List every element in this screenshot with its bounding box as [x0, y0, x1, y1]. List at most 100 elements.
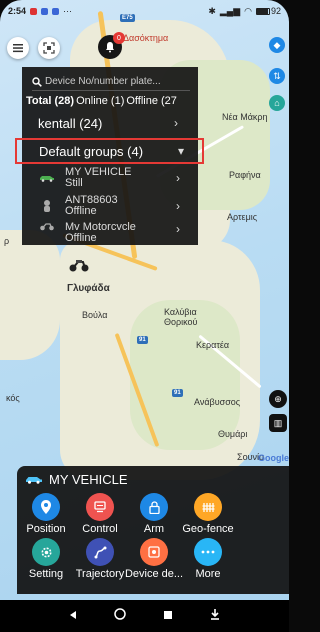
road-shield: 91 [172, 389, 183, 397]
control-button[interactable]: Control [73, 493, 127, 535]
map-place-label: Κερατέα [196, 340, 230, 350]
swap-button[interactable]: ⇅ [269, 68, 285, 84]
device-search-input[interactable] [45, 76, 185, 87]
map-place-label: ρ [4, 236, 10, 246]
road-shield: 91 [137, 336, 148, 344]
chevron-down-icon: ▾ [177, 144, 184, 158]
locate-button[interactable]: ⊕ [269, 390, 287, 408]
map-place-label: Θυμάρι [218, 429, 248, 439]
map-place-label: Αρτεμις [227, 212, 258, 222]
bell-icon [106, 42, 114, 53]
battery-level: 92 [270, 6, 281, 16]
action-label: Setting [28, 568, 64, 580]
layers-button[interactable]: ◆ [269, 37, 285, 53]
action-grid: Position Control Arm Geo-fence Setting T… [17, 487, 289, 580]
control-screen-icon [86, 493, 114, 521]
android-nav-bar [0, 600, 289, 632]
map-place-label: Ραφήνα [229, 170, 261, 180]
recents-button[interactable] [163, 607, 173, 625]
trajectory-button[interactable]: Trajectory [73, 538, 127, 580]
map-place-label: Καλύβια Θορικού [164, 307, 198, 327]
map-type-button[interactable]: ▥ [269, 414, 287, 432]
group-row-kentall[interactable]: kentall (24) › [22, 110, 198, 136]
group-label: Default groups (4) [39, 143, 144, 159]
lock-icon [140, 493, 168, 521]
map-place-label: Δασόκτημα [123, 33, 169, 43]
group-row-default[interactable]: Default groups (4) ▾ [15, 138, 204, 164]
position-button[interactable]: Position [19, 493, 73, 535]
action-label: Geo-fence [182, 523, 234, 535]
action-label: Device de... [124, 568, 184, 580]
setting-button[interactable]: Setting [19, 538, 73, 580]
action-label: Trajectory [75, 568, 125, 580]
notification-app-icon [30, 7, 38, 15]
hamburger-icon [13, 44, 23, 53]
back-button[interactable] [68, 607, 78, 625]
notification-app-icon [52, 7, 60, 15]
map-place-label: Νέα Μάκρη [222, 112, 268, 122]
device-details-icon [140, 538, 168, 566]
signal-icon: ▂▄▆ [219, 5, 241, 16]
vehicle-item[interactable]: MY VEHICLE Still › [22, 164, 198, 192]
car-icon [26, 477, 42, 484]
map-place-label: κός [6, 393, 20, 403]
scan-icon [43, 42, 55, 54]
group-label: kentall (24) [38, 115, 103, 131]
map-place-label: Γλυφάδα [67, 283, 110, 294]
swap-icon: ⇅ [273, 70, 281, 81]
home-button[interactable]: ⌂ [269, 95, 285, 111]
vehicle-status: Still [65, 177, 83, 189]
location-pin-icon [32, 493, 60, 521]
chevron-right-icon: › [174, 116, 178, 130]
notification-badge: 0 [113, 32, 125, 44]
chevron-right-icon: › [176, 199, 180, 213]
home-icon: ⌂ [274, 98, 280, 108]
device-list-dropdown: Total (28) Online (1) Offline (27 kental… [15, 67, 204, 245]
assistant-button[interactable] [209, 607, 221, 625]
map-icon: ▥ [273, 417, 283, 428]
action-label: Position [26, 523, 66, 535]
back-triangle-icon [70, 611, 77, 619]
google-logo: Google [258, 453, 289, 463]
action-label: Control [82, 523, 118, 535]
filter-online[interactable]: Online (1) [76, 95, 124, 107]
geofence-button[interactable]: Geo-fence [181, 493, 235, 535]
gear-icon [32, 538, 60, 566]
geofence-icon [194, 493, 222, 521]
motorcycle-icon [38, 222, 56, 231]
layers-icon: ◆ [273, 39, 281, 50]
panel-title: MY VEHICLE [49, 472, 128, 487]
menu-button[interactable] [7, 37, 29, 59]
more-button[interactable]: More [181, 538, 235, 580]
filter-offline[interactable]: Offline (27 [126, 95, 177, 107]
trajectory-icon [86, 538, 114, 566]
vehicle-item[interactable]: ANT88603 Offline › [22, 192, 198, 220]
crosshair-icon: ⊕ [274, 393, 282, 404]
scan-button[interactable] [38, 37, 60, 59]
chevron-right-icon: › [176, 222, 180, 236]
download-arrow-icon [210, 609, 219, 620]
status-filter-tabs: Total (28) Online (1) Offline (27 [22, 91, 198, 107]
vehicle-item[interactable]: Mv Motorcvcle Offline › [22, 220, 198, 242]
search-icon [32, 76, 42, 87]
notification-app-icon [41, 7, 49, 15]
battery-icon: 92 [255, 6, 281, 16]
vehicle-status: Offline [65, 205, 97, 217]
device-details-button[interactable]: Device de... [124, 538, 184, 580]
home-nav-button[interactable] [114, 607, 127, 625]
recents-square-icon [163, 611, 172, 619]
person-icon [38, 199, 56, 213]
status-time: 2:54 [8, 6, 27, 16]
action-label: Arm [143, 523, 165, 535]
home-circle-icon [114, 608, 127, 620]
motorcycle-marker-icon[interactable] [68, 258, 90, 277]
more-notifications-icon: ··· [63, 6, 73, 16]
arm-button[interactable]: Arm [127, 493, 181, 535]
chevron-right-icon: › [176, 171, 180, 185]
filter-total[interactable]: Total (28) [26, 95, 74, 107]
wifi-icon: ◠ [244, 5, 252, 16]
notifications-button[interactable]: 0 [98, 32, 125, 59]
more-dots-icon [194, 538, 222, 566]
action-label: More [195, 568, 221, 580]
map-place-label: Βούλα [82, 310, 108, 320]
